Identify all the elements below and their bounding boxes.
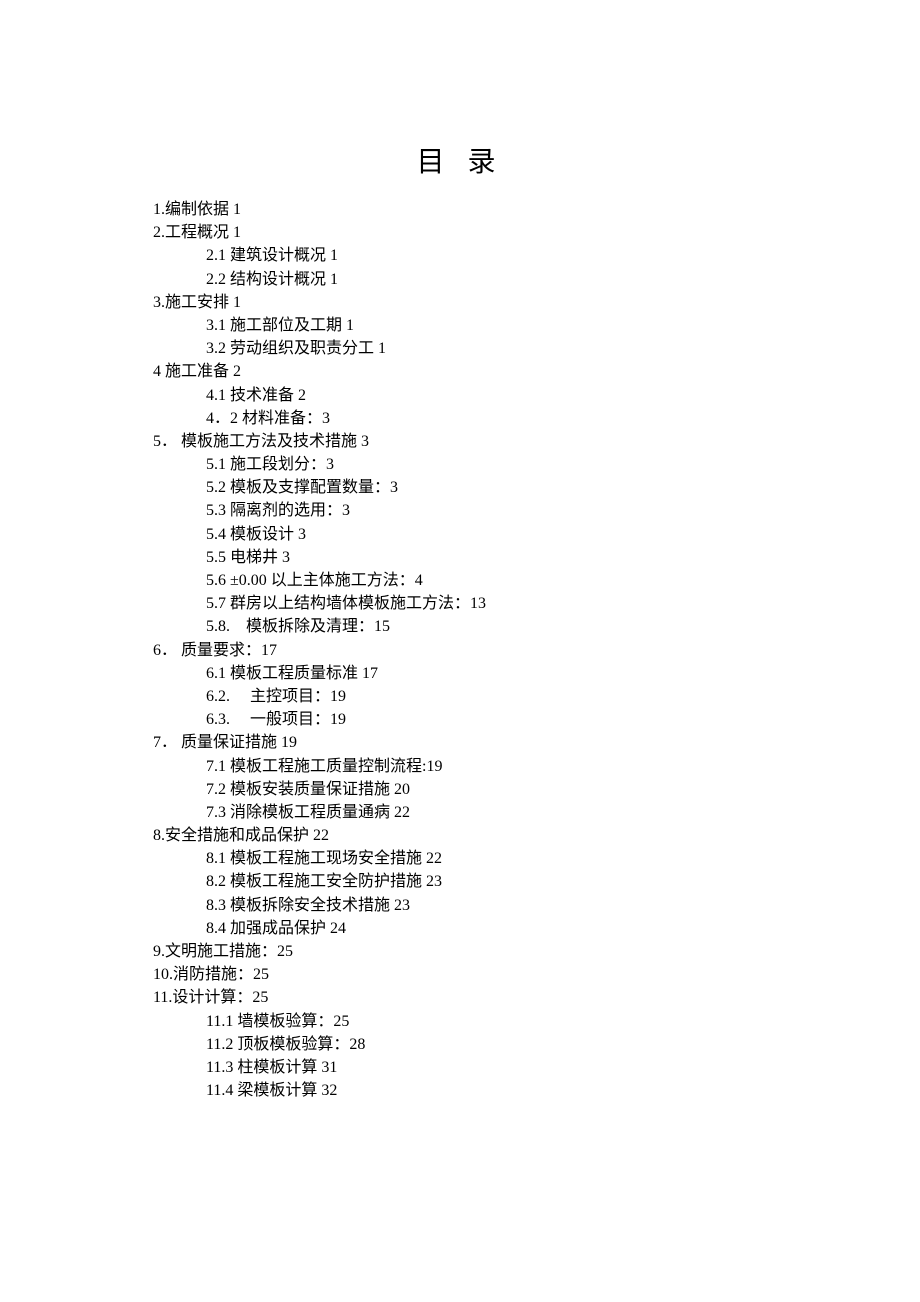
toc-entry: 2.工程概况 1 <box>153 221 920 244</box>
toc-entry: 6.2. 主控项目：19 <box>206 685 920 708</box>
toc-entry: 7.2 模板安装质量保证措施 20 <box>206 778 920 801</box>
toc-entry: 6.3. 一般项目：19 <box>206 708 920 731</box>
toc-entry: 11.2 顶板模板验算：28 <box>206 1033 920 1056</box>
toc-entry: 5.3 隔离剂的选用：3 <box>206 499 920 522</box>
toc-entry: 5.8. 模板拆除及清理：15 <box>206 615 920 638</box>
toc-entry: 5.2 模板及支撑配置数量：3 <box>206 476 920 499</box>
toc-entry: 7.3 消除模板工程质量通病 22 <box>206 801 920 824</box>
document-title: 目 录 <box>0 140 920 180</box>
toc-entry: 5.6 ±0.00 以上主体施工方法：4 <box>206 569 920 592</box>
toc-entry: 8.1 模板工程施工现场安全措施 22 <box>206 847 920 870</box>
toc-entry: 4.1 技术准备 2 <box>206 384 920 407</box>
toc-entry: 11.1 墙模板验算：25 <box>206 1010 920 1033</box>
table-of-contents: 1.编制依据 1 2.工程概况 1 2.1 建筑设计概况 1 2.2 结构设计概… <box>153 198 920 1102</box>
toc-entry: 6.1 模板工程质量标准 17 <box>206 662 920 685</box>
toc-entry: 5.7 群房以上结构墙体模板施工方法：13 <box>206 592 920 615</box>
toc-entry: 2.1 建筑设计概况 1 <box>206 244 920 267</box>
toc-entry: 8.安全措施和成品保护 22 <box>153 824 920 847</box>
toc-entry: 11.4 梁模板计算 32 <box>206 1079 920 1102</box>
toc-entry: 8.2 模板工程施工安全防护措施 23 <box>206 870 920 893</box>
toc-entry: 11.3 柱模板计算 31 <box>206 1056 920 1079</box>
toc-entry: 4．2 材料准备：3 <box>206 407 920 430</box>
toc-entry: 1.编制依据 1 <box>153 198 920 221</box>
toc-entry: 5.1 施工段划分：3 <box>206 453 920 476</box>
toc-entry: 5． 模板施工方法及技术措施 3 <box>153 430 920 453</box>
toc-entry: 7． 质量保证措施 19 <box>153 731 920 754</box>
toc-entry: 5.5 电梯井 3 <box>206 546 920 569</box>
toc-entry: 3.2 劳动组织及职责分工 1 <box>206 337 920 360</box>
toc-entry: 11.设计计算：25 <box>153 986 920 1009</box>
toc-entry: 3.1 施工部位及工期 1 <box>206 314 920 337</box>
toc-entry: 4 施工准备 2 <box>153 360 920 383</box>
toc-entry: 7.1 模板工程施工质量控制流程:19 <box>206 755 920 778</box>
toc-entry: 8.4 加强成品保护 24 <box>206 917 920 940</box>
toc-entry: 3.施工安排 1 <box>153 291 920 314</box>
toc-entry: 5.4 模板设计 3 <box>206 523 920 546</box>
toc-entry: 6． 质量要求：17 <box>153 639 920 662</box>
toc-entry: 8.3 模板拆除安全技术措施 23 <box>206 894 920 917</box>
toc-entry: 10.消防措施：25 <box>153 963 920 986</box>
toc-entry: 9.文明施工措施：25 <box>153 940 920 963</box>
toc-entry: 2.2 结构设计概况 1 <box>206 268 920 291</box>
